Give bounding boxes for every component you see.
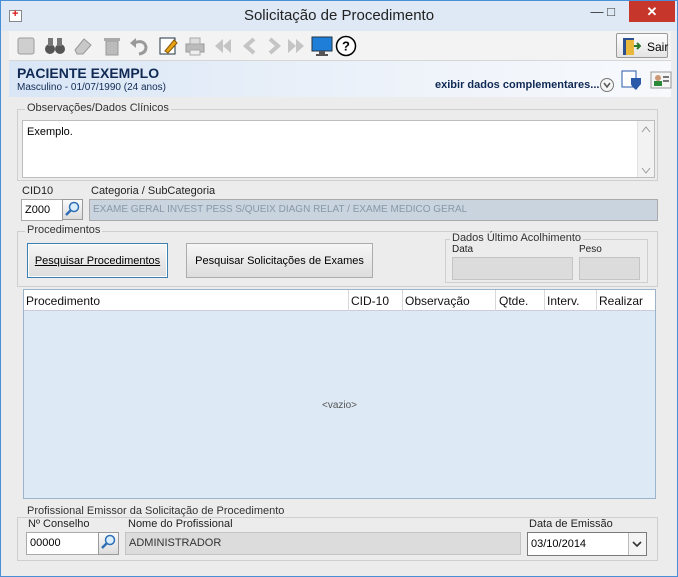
cid-input[interactable]: Z000	[21, 199, 63, 221]
intake-weight-label: Peso	[579, 244, 602, 255]
eraser-icon[interactable]	[72, 35, 94, 57]
grid-empty-text: <vazio>	[321, 400, 358, 411]
trash-icon[interactable]	[101, 35, 123, 57]
observations-textarea[interactable]: Exemplo.	[22, 120, 655, 178]
search-exams-label: Pesquisar Solicitações de Exames	[195, 255, 364, 267]
col-procedimento[interactable]: Procedimento	[26, 294, 100, 308]
exit-door-icon	[623, 38, 641, 55]
user-card-icon[interactable]	[650, 69, 672, 91]
patient-info: Masculino - 01/07/1990 (24 anos)	[17, 82, 166, 93]
council-search-button[interactable]	[98, 532, 119, 555]
category-field: EXAME GERAL INVEST PESS S/QUEIX DIAGN RE…	[89, 199, 658, 221]
search-exams-button[interactable]: Pesquisar Solicitações de Exames	[186, 243, 373, 278]
monitor-icon[interactable]	[311, 35, 333, 57]
professional-name-field: ADMINISTRADOR	[125, 532, 521, 555]
extra-data-link[interactable]: exibir dados complementares...	[435, 79, 599, 91]
intake-date-field	[452, 257, 573, 280]
intake-date-label: Data	[452, 244, 474, 255]
col-interv[interactable]: Interv.	[547, 294, 579, 308]
first-icon[interactable]	[212, 35, 234, 57]
window-title: Solicitação de Procedimento	[243, 7, 435, 24]
main-window: Solicitação de Procedimento — □ ✕	[0, 0, 678, 577]
shield-icon[interactable]	[621, 69, 643, 91]
procedures-grid[interactable]: Procedimento CID-10 Observação Qtde. Int…	[23, 289, 656, 499]
professional-name-label: Nome do Profissional	[128, 518, 233, 530]
search-icon	[65, 201, 80, 216]
patient-name: PACIENTE EXEMPLO	[17, 65, 160, 81]
cid-label: CID10	[22, 185, 54, 197]
intake-weight-field	[579, 257, 640, 280]
chevron-down-icon[interactable]	[628, 533, 646, 555]
procedures-label: Procedimentos	[25, 224, 103, 236]
col-qtde[interactable]: Qtde.	[499, 294, 528, 308]
col-observacao[interactable]: Observação	[405, 294, 470, 308]
issue-date-label: Data de Emissão	[529, 518, 613, 530]
last-intake-label: Dados Último Acolhimento	[450, 232, 584, 244]
search-procedures-button[interactable]: Pesquisar Procedimentos	[27, 243, 168, 278]
new-icon[interactable]	[15, 35, 37, 57]
toolbar: ? Sair	[9, 31, 671, 61]
exit-label: Sair	[647, 40, 669, 54]
observations-label: Observações/Dados Clínicos	[25, 102, 171, 114]
cid-search-button[interactable]	[62, 199, 83, 220]
prev-icon[interactable]	[239, 35, 261, 57]
chevron-down-icon[interactable]	[600, 78, 614, 92]
grid-header: Procedimento CID-10 Observação Qtde. Int…	[24, 290, 655, 311]
print-icon[interactable]	[184, 35, 206, 57]
svg-text:?: ?	[342, 39, 350, 54]
observations-text: Exemplo.	[27, 126, 73, 138]
maximize-button[interactable]: □	[597, 1, 625, 22]
council-label: Nº Conselho	[28, 518, 90, 530]
edit-icon[interactable]	[157, 35, 179, 57]
search-procedures-label: Pesquisar Procedimentos	[34, 255, 161, 267]
title-bar: Solicitação de Procedimento — □ ✕	[1, 1, 677, 31]
exit-button[interactable]: Sair	[616, 33, 668, 58]
undo-icon[interactable]	[128, 35, 150, 57]
close-button[interactable]: ✕	[629, 1, 675, 22]
issue-date-value: 03/10/2014	[531, 538, 587, 550]
patient-header: PACIENTE EXEMPLO Masculino - 01/07/1990 …	[9, 61, 672, 97]
observations-scrollbar[interactable]	[637, 121, 654, 177]
council-input[interactable]: 00000	[26, 532, 99, 555]
help-icon[interactable]: ?	[335, 35, 357, 57]
last-icon[interactable]	[285, 35, 307, 57]
category-label: Categoria / SubCategoria	[91, 185, 216, 197]
next-icon[interactable]	[263, 35, 285, 57]
binoculars-icon[interactable]	[44, 35, 66, 57]
col-cid10[interactable]: CID-10	[351, 294, 389, 308]
professional-label: Profissional Emissor da Solicitação de P…	[25, 505, 287, 517]
col-realizar[interactable]: Realizar	[599, 294, 643, 308]
search-icon	[101, 534, 116, 549]
issue-date-picker[interactable]: 03/10/2014	[527, 532, 647, 556]
